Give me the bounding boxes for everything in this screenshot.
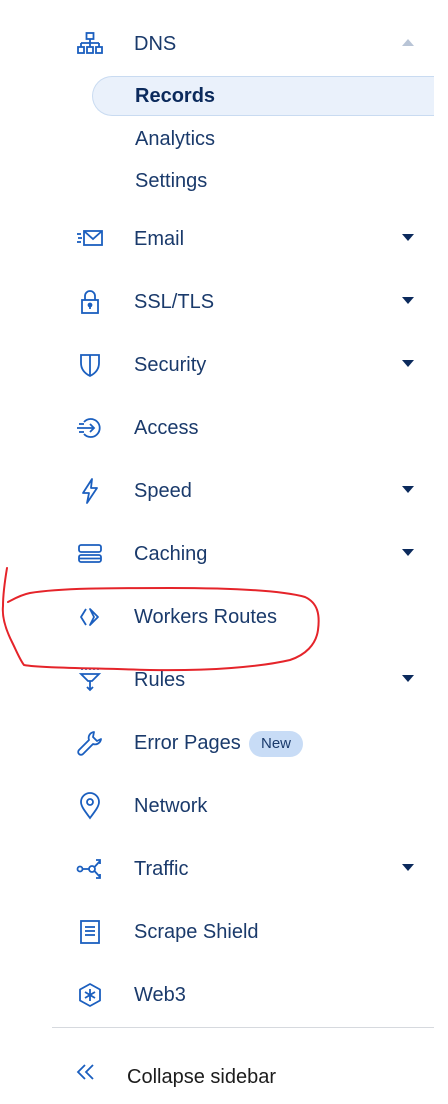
sidebar-subitem-settings[interactable]: Settings — [92, 161, 434, 201]
double-chevron-left-icon — [74, 1060, 98, 1084]
sidebar-nav: DNS Records Analytics Settings Email SSL… — [0, 0, 448, 1104]
collapse-sidebar-button[interactable]: Collapse sidebar — [52, 1050, 434, 1102]
network-tree-icon — [76, 30, 104, 58]
lock-icon — [76, 288, 104, 316]
sidebar-subitem-records[interactable]: Records — [92, 76, 434, 116]
location-pin-icon — [76, 792, 104, 820]
collapse-sidebar-label: Collapse sidebar — [127, 1066, 276, 1088]
sidebar-subitem-analytics[interactable]: Analytics — [92, 119, 434, 159]
server-stack-icon — [76, 540, 104, 568]
chevron-down-icon[interactable] — [402, 234, 414, 241]
sidebar-item-label: Network — [134, 795, 208, 817]
sidebar-item-label: Workers Routes — [134, 606, 278, 628]
shield-icon — [76, 351, 104, 379]
chevron-down-icon[interactable] — [402, 549, 414, 556]
envelope-icon — [76, 225, 104, 253]
chevron-down-icon[interactable] — [402, 864, 414, 871]
sidebar-item-scrape-shield[interactable]: Scrape Shield — [52, 906, 434, 958]
sidebar-item-email[interactable]: Email — [52, 213, 434, 265]
chevron-down-icon[interactable] — [402, 675, 414, 682]
sidebar-item-ssl-tls[interactable]: SSL/TLS — [52, 276, 434, 328]
traffic-share-icon — [76, 855, 104, 883]
lightning-icon — [76, 477, 104, 505]
sidebar-subitem-label: Analytics — [135, 128, 216, 150]
wrench-icon — [76, 729, 104, 757]
sidebar-item-caching[interactable]: Caching — [52, 528, 434, 580]
sidebar-item-access[interactable]: Access — [52, 402, 434, 454]
sidebar-item-label: Caching — [134, 543, 208, 565]
sidebar-item-label: DNS — [134, 33, 177, 55]
workers-chevron-icon — [76, 603, 104, 631]
sidebar-subitem-label: Settings — [135, 170, 208, 192]
chevron-down-icon[interactable] — [402, 297, 414, 304]
sidebar-item-error-pages[interactable]: Error Pages New — [52, 717, 434, 769]
sidebar-item-rules[interactable]: Rules — [52, 654, 434, 706]
sidebar-item-speed[interactable]: Speed — [52, 465, 434, 517]
sidebar-item-dns[interactable]: DNS — [52, 18, 434, 70]
sidebar-item-label: Access — [134, 417, 199, 439]
sidebar-divider — [52, 1027, 434, 1028]
sidebar-item-label: Email — [134, 228, 185, 250]
sidebar-item-label: SSL/TLS — [134, 291, 215, 313]
chevron-down-icon[interactable] — [402, 486, 414, 493]
sidebar-item-label: Security — [134, 354, 207, 376]
sidebar-item-label: Error Pages — [134, 732, 241, 754]
access-login-icon — [76, 414, 104, 442]
sidebar-item-label: Scrape Shield — [134, 921, 259, 943]
sidebar-item-label: Web3 — [134, 984, 186, 1006]
sidebar-item-label: Traffic — [134, 858, 189, 880]
sidebar-item-network[interactable]: Network — [52, 780, 434, 832]
sidebar-item-web3[interactable]: Web3 — [52, 969, 434, 1021]
sidebar-item-traffic[interactable]: Traffic — [52, 843, 434, 895]
sidebar-subitem-label: Records — [135, 85, 216, 107]
sidebar-item-security[interactable]: Security — [52, 339, 434, 391]
new-badge: New — [249, 731, 304, 757]
chevron-down-icon[interactable] — [402, 360, 414, 367]
web3-hexagon-icon — [76, 981, 104, 1009]
document-icon — [76, 918, 104, 946]
chevron-up-icon[interactable] — [402, 39, 414, 46]
filter-funnel-icon — [76, 666, 104, 694]
sidebar-item-label: Rules — [134, 669, 186, 691]
sidebar-item-workers-routes[interactable]: Workers Routes — [52, 591, 434, 643]
sidebar-item-label: Speed — [134, 480, 192, 502]
